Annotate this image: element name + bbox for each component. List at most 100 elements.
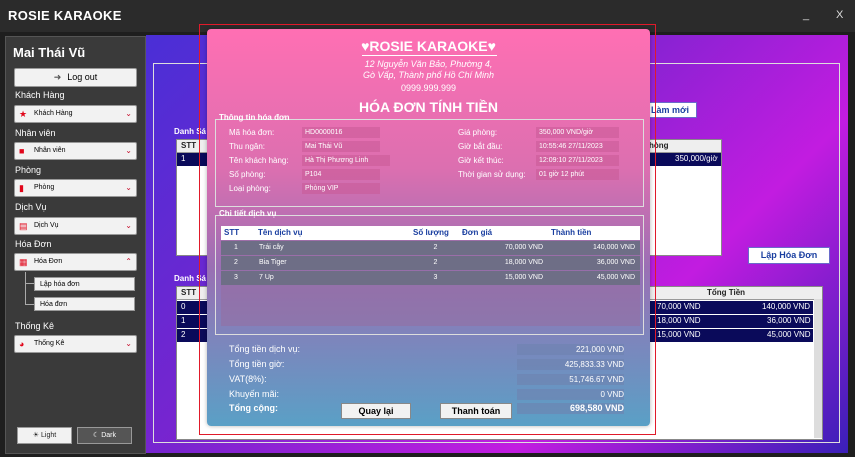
- duration-value: 01 giờ 12 phút: [536, 169, 619, 180]
- row-stt: 2: [181, 330, 186, 339]
- service-dropdown[interactable]: ▤ Dịch Vụ ⌄: [14, 217, 137, 235]
- row-stt: 1: [181, 316, 186, 325]
- logout-icon: ➜: [53, 72, 62, 82]
- brand-underline: [362, 55, 497, 56]
- row-amount: 15,000 VND: [657, 330, 701, 339]
- row-quantity: 3: [433, 274, 438, 281]
- section-label-room: Phòng: [15, 165, 42, 175]
- info-label: Giá phòng:: [458, 128, 498, 137]
- invoice-info-group: Thông tin hóa đơn Mã hóa đơn: HD0000016 …: [215, 113, 644, 207]
- col-total: Tổng Tiền: [707, 288, 746, 297]
- row-stt: 3: [234, 274, 238, 281]
- address-line-2: Gò Vấp, Thành phố Hồ Chí Minh: [362, 70, 495, 80]
- service-details-group: Chi tiết dịch vụ STT Tên dịch vụ Số lượn…: [215, 209, 644, 335]
- room-price-value: 350,000 VND/giờ: [536, 127, 619, 138]
- grand-total-value: 698,580 VND: [517, 403, 624, 414]
- staff-dropdown-value: Nhân viên: [34, 147, 66, 154]
- customer-icon: ★: [19, 109, 28, 119]
- summary-label: VAT(8%):: [229, 374, 267, 384]
- statistics-icon: ◕: [19, 339, 25, 349]
- row-quantity: 2: [433, 244, 438, 251]
- customers-dropdown-value: Khách Hàng: [34, 110, 73, 117]
- table-row[interactable]: 3 7 Up 3 15,000 VND 45,000 VND: [221, 271, 640, 285]
- row-unit-price: 70,000 VND: [504, 244, 543, 251]
- scrollbar[interactable]: [814, 299, 822, 438]
- info-label: Loại phòng:: [229, 184, 271, 193]
- sub-item-create-invoice[interactable]: Lập hóa đơn: [34, 277, 135, 291]
- col-stt: STT: [181, 288, 197, 297]
- row-amount: 70,000 VND: [657, 302, 701, 311]
- chevron-up-icon: ⌃: [125, 257, 132, 266]
- customer-name-value: Hà Thị Phương Linh: [302, 155, 390, 166]
- table-row[interactable]: 2 Bia Tiger 2 18,000 VND 36,000 VND: [221, 256, 640, 270]
- invoice-icon: ▦: [19, 257, 28, 267]
- row-unit-price: 18,000 VND: [504, 259, 543, 266]
- vat-value: 51,746.67 VND: [517, 374, 624, 385]
- chevron-down-icon: ⌄: [125, 109, 132, 118]
- row-price: 350,000/giờ: [675, 154, 718, 163]
- row-amount: 18,000 VND: [657, 316, 701, 325]
- table-row[interactable]: 1 Trái cây 2 70,000 VND 140,000 VND: [221, 241, 640, 255]
- start-time-value: 10:55:46 27/11/2023: [536, 141, 619, 152]
- row-service-name: Trái cây: [259, 244, 284, 251]
- close-button[interactable]: X: [836, 9, 843, 21]
- row-total: 140,000 VND: [592, 244, 635, 251]
- sub-item-invoices[interactable]: Hóa đơn: [34, 297, 135, 311]
- address-line-1: 12 Nguyễn Văn Bảo, Phường 4,: [364, 59, 493, 69]
- info-label: Thu ngân:: [229, 142, 266, 151]
- info-label: Thời gian sử dụng:: [458, 170, 526, 179]
- row-service-name: Bia Tiger: [259, 259, 287, 266]
- row-quantity: 2: [433, 259, 438, 266]
- info-label: Số phòng:: [229, 170, 266, 179]
- invoice-info-title: Thông tin hóa đơn: [219, 113, 290, 122]
- info-label: Giờ kết thúc:: [458, 156, 504, 165]
- back-button[interactable]: Quay lại: [341, 403, 411, 419]
- row-unit-price: 15,000 VND: [504, 274, 543, 281]
- col-stt: STT: [224, 228, 240, 237]
- phone-number: 0999.999.999: [400, 83, 457, 93]
- moon-icon: ☾: [92, 432, 100, 439]
- brand-title: ♥ROSIE KARAOKE♥: [361, 38, 496, 54]
- user-name: Mai Thái Vũ: [13, 45, 86, 60]
- info-label: Tên khách hàng:: [229, 156, 289, 165]
- summary-label: Khuyến mãi:: [229, 389, 280, 399]
- row-total: 36,000 VND: [596, 259, 635, 266]
- section-label-statistics: Thống Kê: [15, 321, 55, 331]
- row-stt: 1: [234, 244, 238, 251]
- customers-dropdown[interactable]: ★ Khách Hàng ⌄: [14, 105, 137, 123]
- chevron-down-icon: ⌄: [125, 183, 132, 192]
- sidebar: Mai Thái Vũ ➜ Log out Khách Hàng ★ Khách …: [5, 36, 146, 454]
- info-label: Giờ bắt đầu:: [458, 142, 503, 151]
- window-title: ROSIE KARAOKE: [8, 8, 122, 23]
- statistics-dropdown-value: Thống Kê: [34, 340, 65, 347]
- row-total: 36,000 VND: [767, 316, 811, 325]
- room-icon: ▮: [19, 183, 24, 193]
- room-dropdown-value: Phòng: [34, 184, 55, 191]
- chevron-down-icon: ⌄: [125, 146, 132, 155]
- sun-icon: ☀: [32, 432, 40, 439]
- light-theme-button[interactable]: ☀ Light: [17, 427, 72, 444]
- logout-button[interactable]: ➜ Log out: [14, 68, 137, 87]
- summary-label: Tổng cộng:: [229, 403, 278, 413]
- service-dropdown-value: Dịch Vụ: [34, 222, 59, 229]
- staff-dropdown[interactable]: ■ Nhân viên ⌄: [14, 142, 137, 160]
- info-label: Mã hóa đơn:: [229, 128, 275, 137]
- chevron-down-icon: ⌄: [125, 339, 132, 348]
- cashier-value: Mai Thái Vũ: [302, 141, 380, 152]
- create-invoice-button[interactable]: Lập Hóa Đơn: [748, 247, 830, 264]
- statistics-dropdown[interactable]: ◕ Thống Kê ⌄: [14, 335, 137, 353]
- chevron-down-icon: ⌄: [125, 221, 132, 230]
- minimize-button[interactable]: _: [803, 9, 809, 21]
- dark-label: Dark: [101, 432, 116, 439]
- pay-button[interactable]: Thanh toán: [440, 403, 512, 419]
- section-label-customers: Khách Hàng: [15, 90, 65, 100]
- end-time-value: 12:09:10 27/11/2023: [536, 155, 619, 166]
- invoice-dropdown[interactable]: ▦ Hóa Đơn ⌃: [14, 253, 137, 271]
- col-quantity: Số lượng: [413, 228, 449, 237]
- room-dropdown[interactable]: ▮ Phòng ⌄: [14, 179, 137, 197]
- room-type-value: Phòng VIP: [302, 183, 380, 194]
- dark-theme-button[interactable]: ☾ Dark: [77, 427, 132, 444]
- col-service-name: Tên dịch vụ: [258, 228, 303, 237]
- col-stt: STT: [181, 141, 197, 150]
- section-label-invoice: Hóa Đơn: [15, 239, 52, 249]
